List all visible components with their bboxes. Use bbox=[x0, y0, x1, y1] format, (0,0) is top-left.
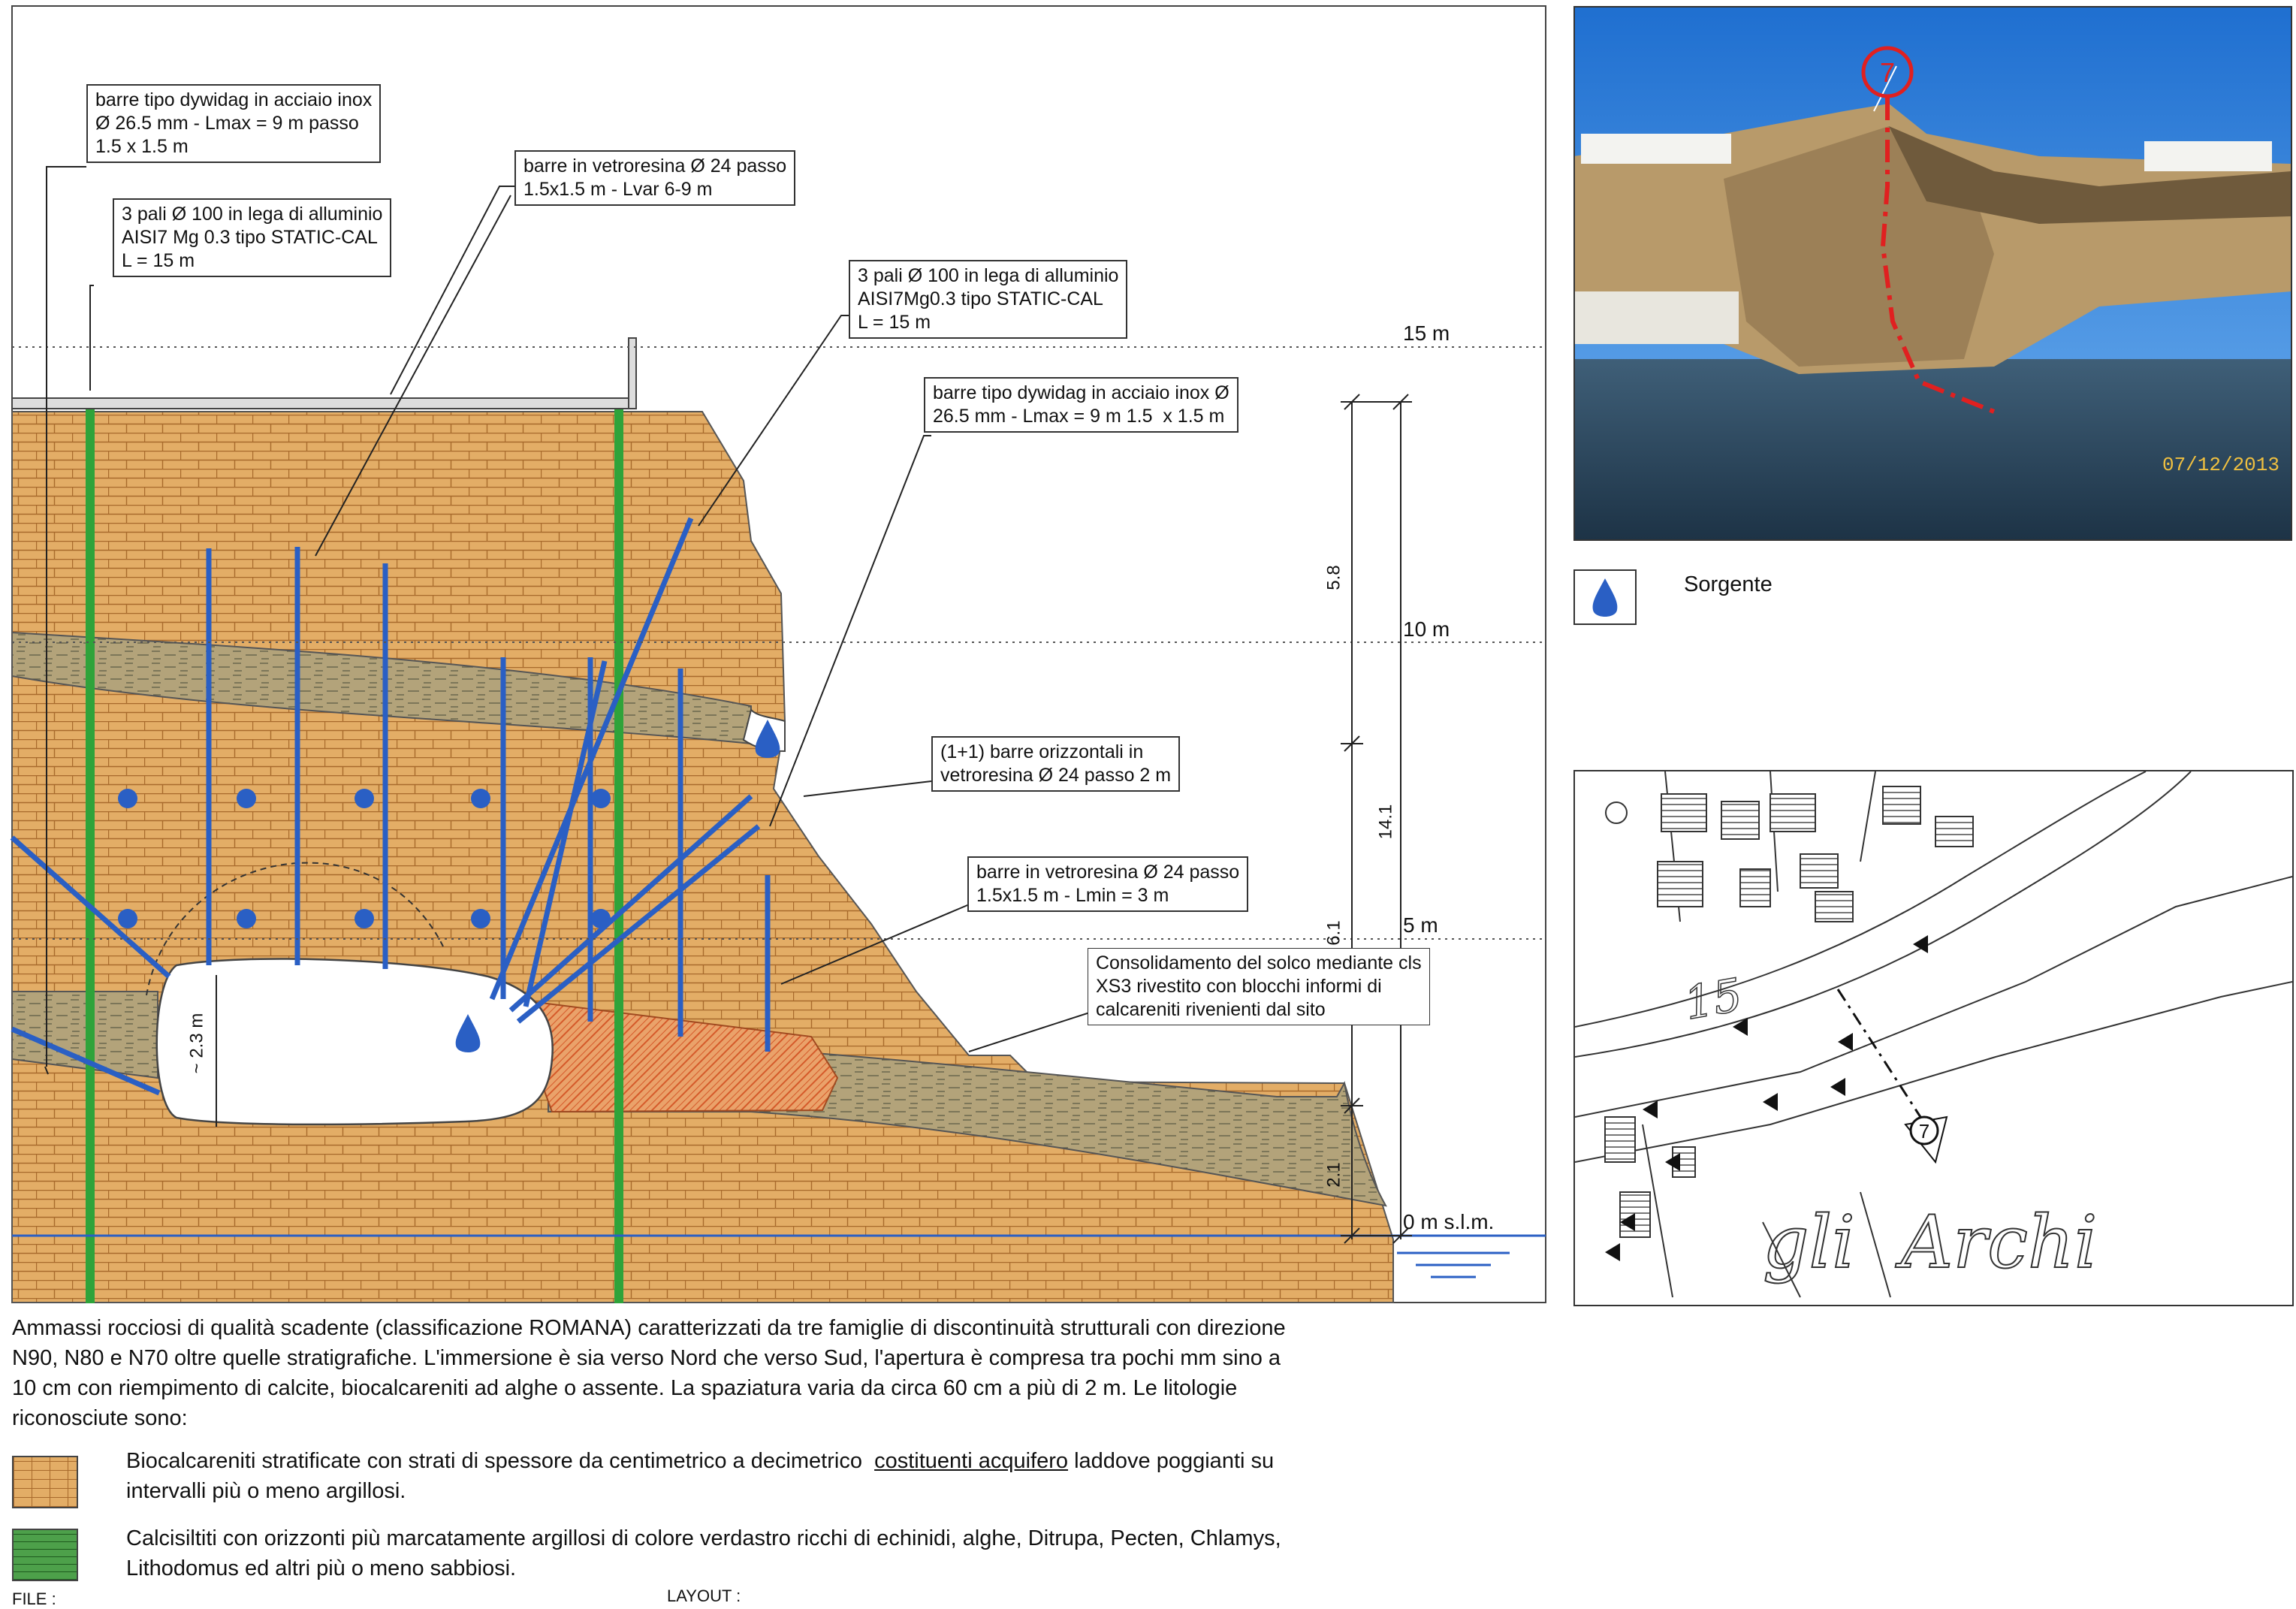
callout-dywidag-top: barre tipo dywidag in acciaio inox Ø 26.… bbox=[86, 84, 382, 163]
photo-frame bbox=[1573, 6, 2292, 541]
callout-piles-right: 3 pali Ø 100 in lega di alluminio AISI7M… bbox=[849, 260, 1128, 339]
map-section-line bbox=[1836, 989, 1922, 1118]
elevation-5: 5 m bbox=[1403, 913, 1438, 937]
water-symbol bbox=[1397, 1251, 1510, 1278]
aluminium-pile bbox=[614, 409, 623, 1303]
legend-swatch-biocalcareniti bbox=[12, 1456, 78, 1508]
callout-consolidation: Consolidamento del solco mediante cls XS… bbox=[1088, 948, 1430, 1025]
water-drop-icon bbox=[1592, 578, 1618, 617]
aluminium-pile bbox=[86, 409, 95, 1303]
map-buildings bbox=[1604, 786, 1974, 1238]
map-place-label: gli Archi bbox=[1763, 1200, 2097, 1284]
dimension-2-1: 2.1 bbox=[1323, 1162, 1344, 1188]
callout-horizontal-bars: (1+1) barre orizzontali in vetroresina Ø… bbox=[931, 736, 1181, 792]
description-text: Ammassi rocciosi di qualità scadente (cl… bbox=[12, 1316, 1286, 1430]
top-slab bbox=[11, 397, 636, 409]
footer-file: FILE : bbox=[12, 1589, 56, 1608]
elevation-0: 0 m s.l.m. bbox=[1403, 1210, 1495, 1233]
legend-swatch-calcisiltiti bbox=[12, 1529, 78, 1581]
elevation-15: 15 m bbox=[1403, 321, 1450, 345]
callout-fiberglass-bottom: barre in vetroresina Ø 24 passo 1.5x1.5 … bbox=[967, 856, 1249, 912]
sorgente-label: Sorgente bbox=[1684, 572, 1773, 596]
callout-fiberglass-top: barre in vetroresina Ø 24 passo 1.5x1.5 … bbox=[514, 150, 796, 206]
elevation-10: 10 m bbox=[1403, 617, 1450, 641]
dimension-5-8: 5.8 bbox=[1323, 565, 1344, 590]
map-contour-label: 15 bbox=[1680, 969, 1745, 1031]
map-marker-label: 7 bbox=[1919, 1120, 1929, 1143]
dimension-6-1: 6.1 bbox=[1323, 920, 1344, 946]
sorgente-box bbox=[1573, 569, 1637, 625]
callout-piles-left: 3 pali Ø 100 in lega di alluminio AISI7 … bbox=[113, 198, 392, 277]
location-map: 15 7 gli Archi bbox=[1573, 770, 2294, 1306]
callout-dywidag-right: barre tipo dywidag in acciaio inox Ø 26.… bbox=[924, 377, 1239, 433]
cavity-height: ~ 2.3 m bbox=[186, 1013, 207, 1074]
parapet bbox=[628, 337, 637, 409]
dimension-14-1: 14.1 bbox=[1375, 804, 1396, 840]
legend-calcisiltiti: Calcisiltiti con orizzonti più marcatame… bbox=[126, 1526, 1281, 1580]
legend-biocalcareniti: Biocalcareniti stratificate con strati d… bbox=[126, 1449, 1275, 1503]
footer-layout: LAYOUT : bbox=[667, 1586, 741, 1605]
